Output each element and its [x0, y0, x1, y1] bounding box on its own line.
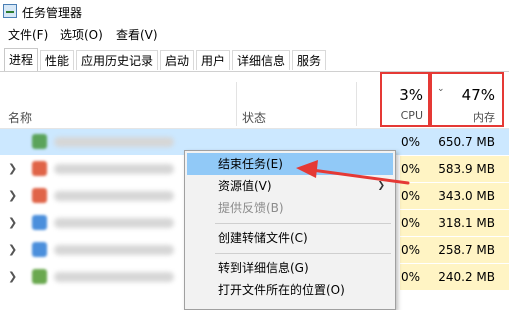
menu-view[interactable]: 查看(V): [116, 26, 158, 43]
expand-chevron-icon[interactable]: ❯: [8, 162, 17, 175]
menu-item-open-file-location[interactable]: 打开文件所在的位置(O): [187, 279, 393, 301]
memory-value: 583.9 MB: [438, 162, 495, 176]
app-icon: [32, 161, 47, 176]
cpu-value: 0%: [400, 189, 420, 203]
expand-chevron-icon[interactable]: ❯: [8, 189, 17, 202]
tab-users[interactable]: 用户: [196, 50, 231, 70]
cpu-value: 0%: [400, 162, 420, 176]
menu-item-end-task[interactable]: 结束任务(E): [187, 153, 393, 175]
app-icon: [32, 242, 47, 257]
tab-performance[interactable]: 性能: [40, 50, 75, 70]
process-name-blurred: [54, 272, 174, 282]
annotation-box-cpu: [380, 72, 430, 127]
process-name-blurred: [54, 137, 174, 147]
expand-chevron-icon[interactable]: ❯: [8, 270, 17, 283]
annotation-box-memory: [430, 72, 504, 127]
menu-item-resource-values[interactable]: 资源值(V) ❯: [187, 175, 393, 197]
tab-app-history[interactable]: 应用历史记录: [76, 50, 159, 70]
tab-strip: 进程 性能 应用历史记录 启动 用户 详细信息 服务: [0, 48, 509, 72]
tab-details[interactable]: 详细信息: [232, 50, 291, 70]
memory-value: 258.7 MB: [438, 243, 495, 257]
window-title: 任务管理器: [22, 6, 83, 20]
menu-separator: [215, 223, 391, 224]
app-icon: [32, 188, 47, 203]
tab-processes[interactable]: 进程: [4, 48, 39, 71]
menu-item-provide-feedback: 提供反馈(B): [218, 201, 284, 215]
cpu-value: 0%: [400, 243, 420, 257]
memory-value: 650.7 MB: [438, 135, 495, 149]
column-divider[interactable]: [356, 82, 357, 126]
title-bar: 任务管理器: [0, 0, 509, 24]
cpu-value: 0%: [400, 216, 420, 230]
process-name-blurred: [54, 245, 174, 255]
menu-item-create-dump[interactable]: 创建转储文件(C): [187, 227, 393, 249]
tab-startup[interactable]: 启动: [160, 50, 195, 70]
column-divider[interactable]: [236, 82, 237, 126]
app-icon: [32, 269, 47, 284]
cpu-value: 0%: [400, 270, 420, 284]
memory-value: 318.1 MB: [438, 216, 495, 230]
memory-value: 343.0 MB: [438, 189, 495, 203]
app-icon: [32, 215, 47, 230]
menu-separator: [215, 253, 391, 254]
process-name-blurred: [54, 218, 174, 228]
menu-item-go-to-details[interactable]: 转到详细信息(G): [187, 257, 393, 279]
menu-file[interactable]: 文件(F): [8, 26, 48, 43]
cpu-value: 0%: [400, 135, 420, 149]
process-name-blurred: [54, 164, 174, 174]
memory-value: 240.2 MB: [438, 270, 495, 284]
column-name[interactable]: 名称: [8, 109, 32, 126]
submenu-arrow-icon: ❯: [377, 181, 385, 191]
menu-options[interactable]: 选项(O): [60, 26, 103, 43]
process-name-blurred: [54, 191, 174, 201]
task-manager-icon: [3, 4, 17, 18]
context-menu: 结束任务(E) 资源值(V) ❯ 提供反馈(B) 创建转储文件(C) 转到详细信…: [184, 150, 396, 310]
app-icon: [32, 134, 47, 149]
column-status[interactable]: 状态: [242, 109, 266, 126]
expand-chevron-icon[interactable]: ❯: [8, 216, 17, 229]
expand-chevron-icon[interactable]: ❯: [8, 243, 17, 256]
tab-services[interactable]: 服务: [292, 50, 327, 70]
